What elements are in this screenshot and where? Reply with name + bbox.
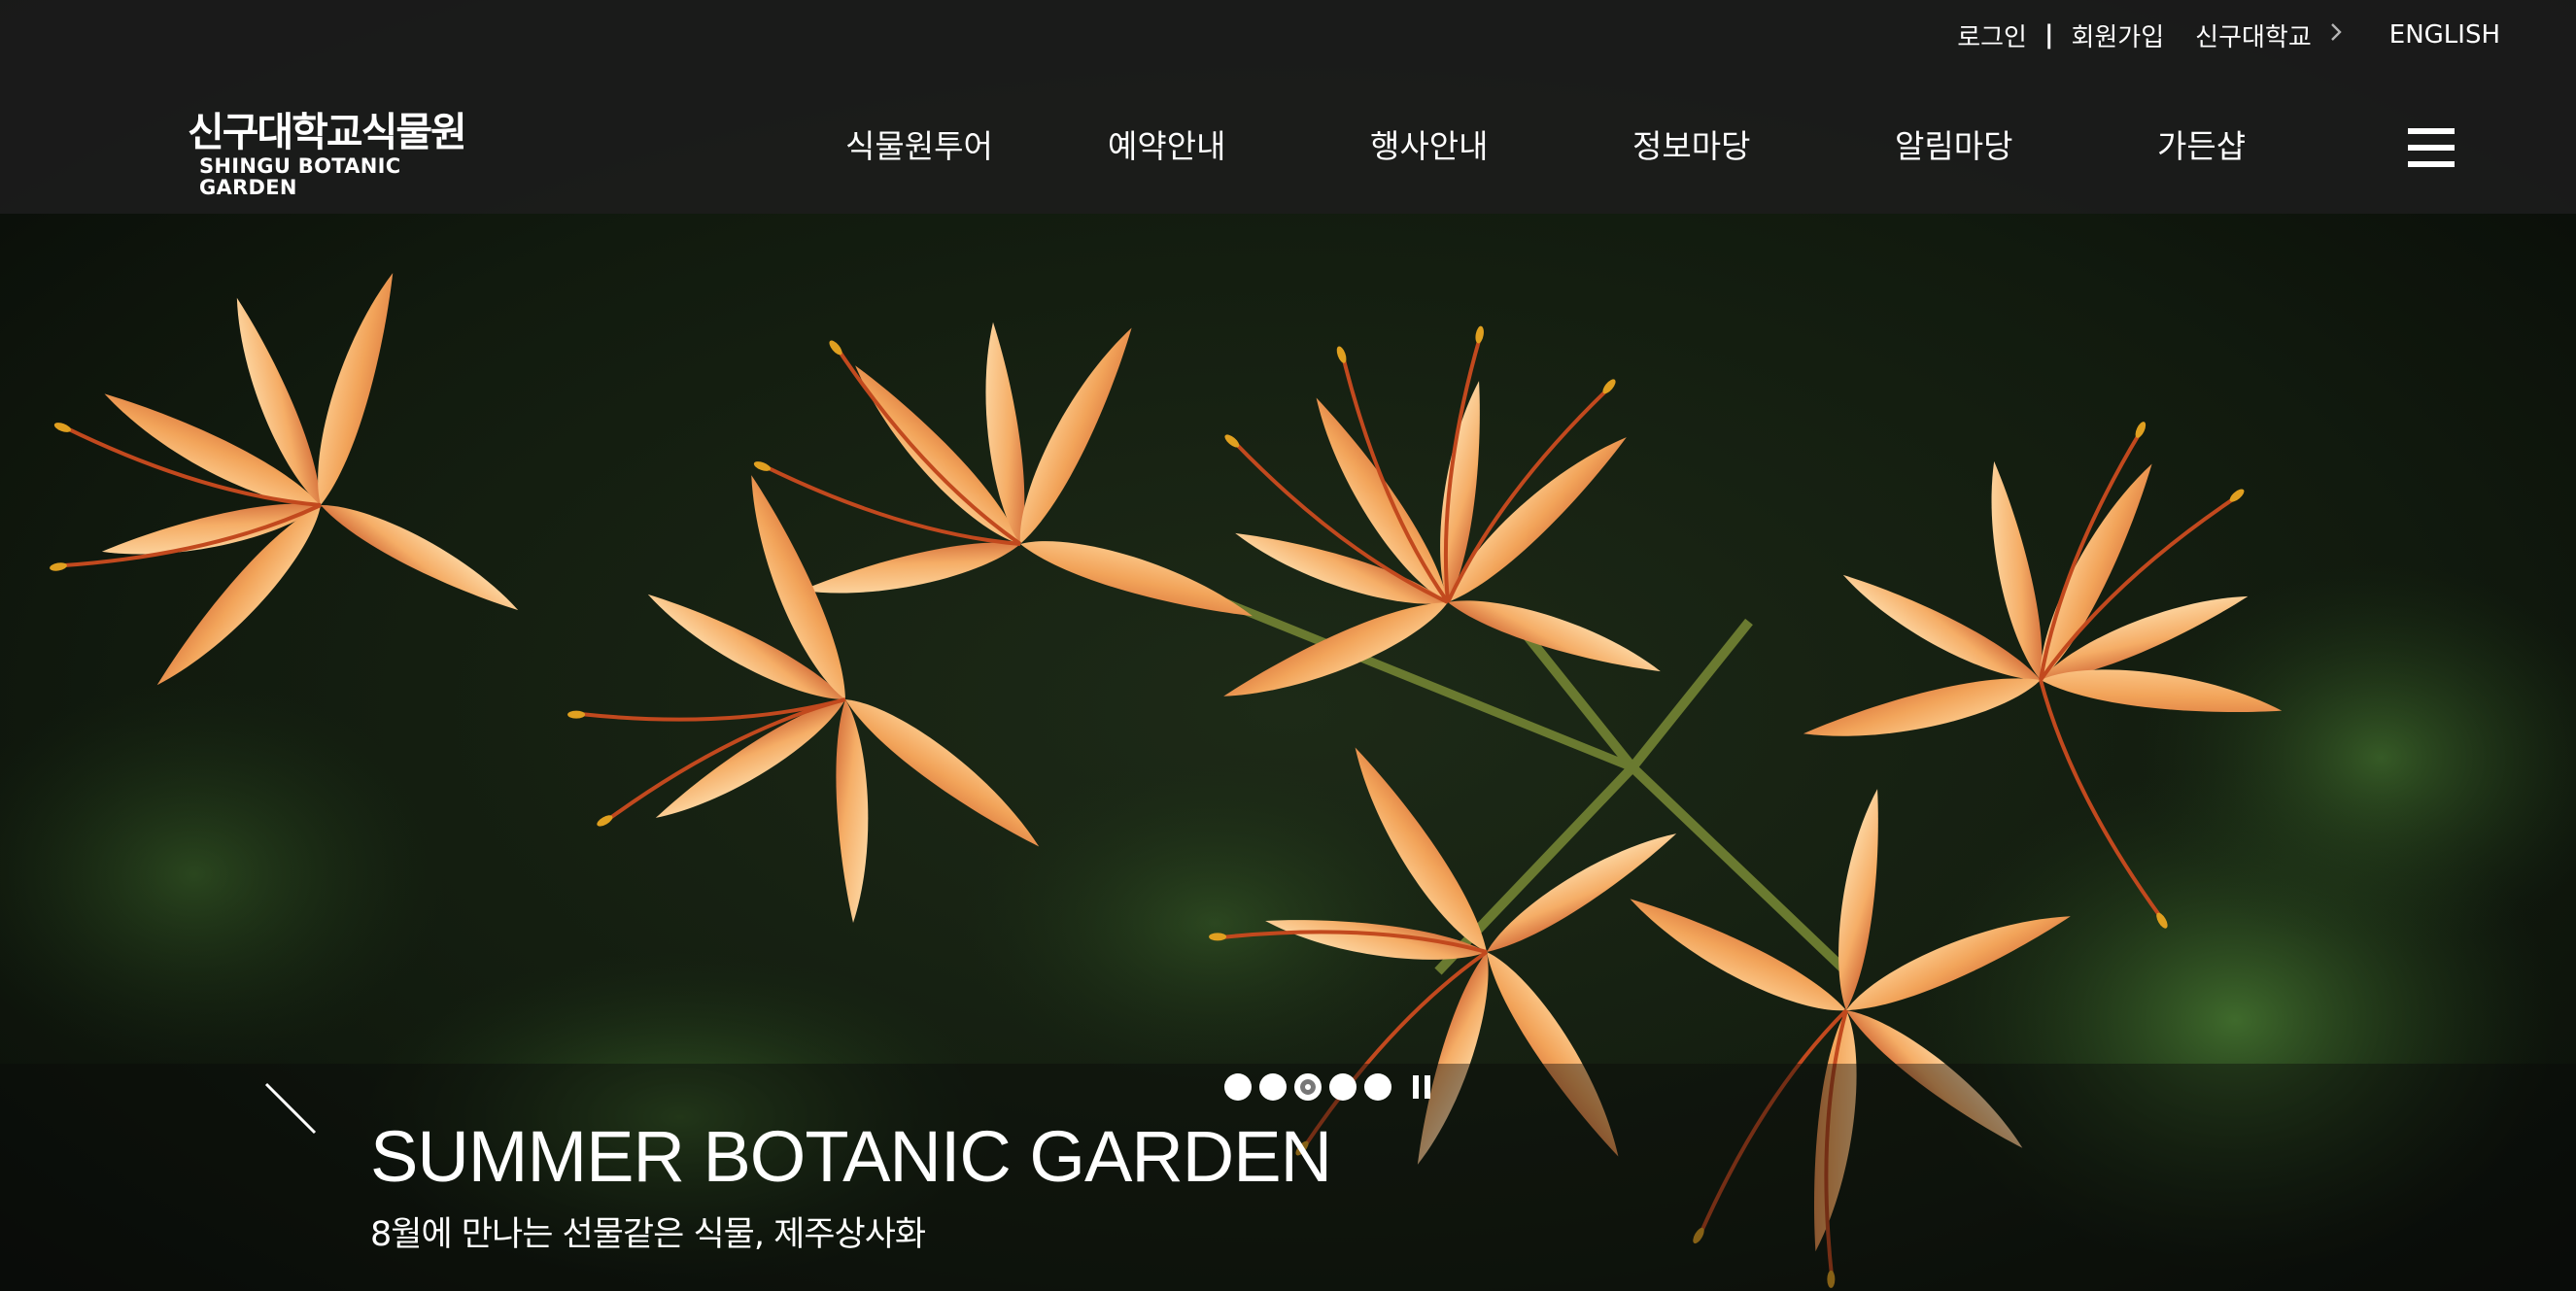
slash-decoration-icon <box>262 1080 325 1142</box>
slide-dot-active[interactable] <box>1294 1073 1322 1101</box>
nav-item-information[interactable]: 정보마당 <box>1632 120 1895 167</box>
slide-subtitle: 8월에 만나는 선물같은 식물, 제주상사화 <box>370 1215 926 1254</box>
utility-nav: 로그인 | 회원가입 신구대학교 ENGLISH <box>1957 17 2500 52</box>
nav-item-garden-shop[interactable]: 가든샵 <box>2157 120 2420 167</box>
hamburger-menu-icon[interactable] <box>2408 128 2455 167</box>
english-link[interactable]: ENGLISH <box>2389 20 2500 50</box>
logo-korean-text: 신구대학교식물원 <box>188 109 467 155</box>
join-link[interactable]: 회원가입 <box>2071 17 2164 53</box>
util-separator: | <box>2044 20 2054 50</box>
login-link[interactable]: 로그인 <box>1957 17 2027 53</box>
nav-item-events[interactable]: 행사안내 <box>1370 120 1632 167</box>
pause-icon[interactable] <box>1413 1075 1432 1099</box>
slide-dot[interactable] <box>1259 1073 1287 1101</box>
main-nav: 식물원투어 예약안내 행사안내 정보마당 알림마당 가든샵 <box>845 120 2420 167</box>
logo-english-text: SHINGU BOTANIC GARDEN <box>199 154 401 199</box>
slide-title: SUMMER BOTANIC GARDEN <box>370 1116 1332 1197</box>
chevron-right-icon <box>2329 20 2343 50</box>
nav-item-notices[interactable]: 알림마당 <box>1895 120 2157 167</box>
nav-item-plant-tour[interactable]: 식물원투어 <box>845 120 1108 167</box>
site-header: 로그인 | 회원가입 신구대학교 ENGLISH 신구대학교식물원 SHINGU… <box>0 0 2576 214</box>
nav-item-reservation[interactable]: 예약안내 <box>1108 120 1370 167</box>
university-link[interactable]: 신구대학교 <box>2195 17 2312 53</box>
slide-dot[interactable] <box>1329 1073 1357 1101</box>
slide-dot[interactable] <box>1364 1073 1391 1101</box>
slide-dot[interactable] <box>1224 1073 1252 1101</box>
site-logo[interactable]: 신구대학교식물원 SHINGU BOTANIC GARDEN <box>188 109 489 198</box>
slider-pagination <box>1224 1073 1432 1101</box>
